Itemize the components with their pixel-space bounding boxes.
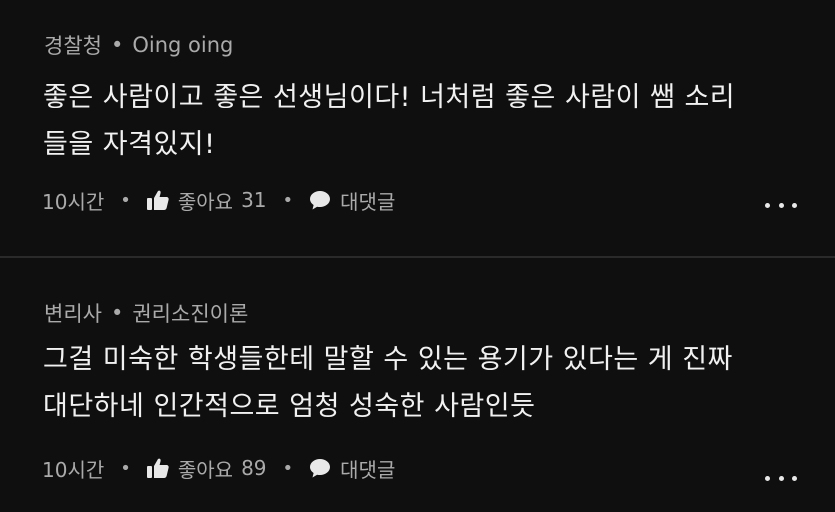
reply-button[interactable]: 대댓글: [309, 454, 395, 483]
more-dots-icon: [778, 475, 784, 481]
meta-separator: •: [110, 301, 124, 325]
like-button[interactable]: 좋아요 31: [146, 186, 267, 215]
comment-meta: 경찰청 • Oing oing: [44, 30, 233, 60]
comment-body-line: 대단하네 인간적으로 엄청 성숙한 사람인듯: [43, 391, 536, 422]
comment-meta: 변리사 • 권리소진이론: [44, 298, 248, 328]
meta-separator: •: [110, 33, 124, 57]
comment-body-line: 좋은 사람이고 좋은 선생님이다! 너처럼 좋은 사람이 쌤 소리: [43, 82, 736, 113]
comment-body: 좋은 사람이고 좋은 선생님이다! 너처럼 좋은 사람이 쌤 소리 들을 자격있…: [43, 74, 783, 168]
thumbs-up-icon: [146, 458, 169, 478]
thumbs-up-icon: [146, 190, 169, 210]
speech-bubble-icon: [310, 459, 331, 478]
reply-label: 대댓글: [340, 189, 396, 214]
more-dots-icon: [792, 202, 797, 208]
comment-body-line: 그걸 미숙한 학생들한테 말할 수 있는 용기가 있다는 게 진짜: [43, 344, 733, 375]
action-separator: •: [282, 189, 294, 211]
comment-item: 변리사 • 권리소진이론 그걸 미숙한 학생들한테 말할 수 있는 용기가 있다…: [0, 258, 835, 512]
more-dots-icon: [778, 202, 784, 208]
comment-timestamp: 10시간: [42, 457, 105, 482]
more-dots-icon: [765, 202, 770, 208]
like-button[interactable]: 좋아요 89: [146, 454, 267, 483]
comment-item: 경찰청 • Oing oing 좋은 사람이고 좋은 선생님이다! 너처럼 좋은…: [0, 0, 835, 256]
like-count: 31: [241, 188, 267, 212]
more-options-button[interactable]: [765, 195, 797, 215]
like-count: 89: [241, 456, 267, 480]
more-dots-icon: [765, 475, 770, 481]
action-separator: •: [120, 189, 131, 211]
comment-actions: 10시간 • 좋아요 31 • 대댓글: [42, 185, 395, 215]
more-options-button[interactable]: [765, 468, 797, 488]
reply-button[interactable]: 대댓글: [309, 186, 395, 215]
like-label: 좋아요: [177, 189, 234, 214]
more-dots-icon: [792, 475, 797, 481]
reply-label: 대댓글: [340, 457, 396, 482]
comment-body-line: 들을 자격있지!: [43, 129, 216, 160]
comment-author[interactable]: 변리사: [44, 298, 102, 328]
comment-actions: 10시간 • 좋아요 89 • 대댓글: [42, 453, 395, 483]
action-separator: •: [282, 457, 294, 479]
like-label: 좋아요: [177, 457, 234, 482]
speech-bubble-icon: [310, 191, 331, 210]
comment-timestamp: 10시간: [42, 189, 105, 214]
comment-author-subtitle: 권리소진이론: [132, 302, 249, 326]
comment-author[interactable]: 경찰청: [44, 30, 102, 60]
comment-body: 그걸 미숙한 학생들한테 말할 수 있는 용기가 있다는 게 진짜 대단하네 인…: [43, 336, 783, 430]
action-separator: •: [120, 457, 131, 479]
comment-author-subtitle: Oing oing: [132, 33, 234, 57]
